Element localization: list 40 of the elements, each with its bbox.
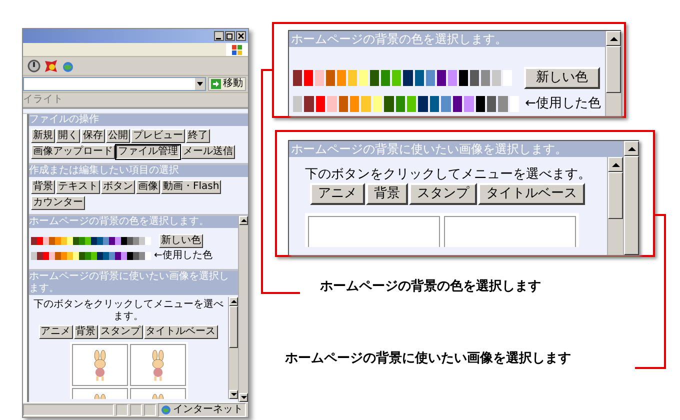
- section-title: ファイルの操作: [29, 114, 248, 126]
- menu-button[interactable]: 終了: [186, 129, 210, 143]
- section-title: ホームページの背景に使いたい画像を選択します。: [289, 141, 623, 157]
- category-tab[interactable]: 背景: [366, 183, 408, 205]
- menu-button[interactable]: テキスト: [56, 180, 100, 194]
- category-tab[interactable]: アニメ: [310, 183, 365, 205]
- menu-button[interactable]: ボタン: [101, 180, 135, 194]
- category-tab[interactable]: スタンプ: [409, 183, 477, 205]
- category-tab[interactable]: アニメ: [38, 325, 72, 339]
- category-tab[interactable]: タイトルベース: [478, 183, 585, 205]
- links-label: イライト: [23, 94, 63, 105]
- zone-label: インターネット: [173, 404, 243, 416]
- menu-button[interactable]: プレビュー: [131, 129, 185, 143]
- go-button[interactable]: 移動: [208, 77, 246, 91]
- menu-button[interactable]: カウンター: [31, 196, 85, 210]
- section-title: ホームページの背景の色を選択します。: [29, 216, 238, 228]
- menu-button[interactable]: 背景: [31, 180, 55, 194]
- new-color-button[interactable]: 新しい色: [159, 234, 203, 248]
- instruction-text: 下のボタンをクリックしてメニューを選べます。: [305, 166, 591, 183]
- used-colors-label: ←使用した色: [154, 250, 212, 262]
- menu-button[interactable]: 新規: [31, 129, 55, 143]
- used-colors-label: ←使用した色: [525, 95, 602, 113]
- category-tab[interactable]: 背景: [74, 325, 98, 339]
- instruction-text: 下のボタンをクリックしてメニューを選べます。: [32, 298, 224, 324]
- menu-button[interactable]: 公開: [106, 129, 130, 143]
- category-tab[interactable]: スタンプ: [98, 325, 142, 339]
- callout-text: ホームページの背景に使いたい画像を選択します: [285, 351, 572, 367]
- new-color-button[interactable]: 新しい色: [524, 67, 600, 89]
- menu-button[interactable]: メール送信: [181, 145, 235, 159]
- callout-text: ホームページの背景の色を選択します: [320, 279, 542, 295]
- section-title: 作成または編集したい項目の選択: [29, 165, 248, 177]
- menu-button[interactable]: ファイル管理: [116, 145, 180, 159]
- menu-button[interactable]: 保存: [81, 129, 105, 143]
- menu-button[interactable]: 開く: [56, 129, 80, 143]
- section-title: ホームページの背景の色を選択します。: [289, 31, 605, 47]
- category-tab[interactable]: タイトルベース: [144, 325, 218, 339]
- menu-button[interactable]: 画像: [136, 180, 160, 194]
- menu-button[interactable]: 画像アップロード: [31, 145, 115, 159]
- section-title: ホームページの背景に使いたい画像を選択します。: [29, 271, 238, 295]
- menu-button[interactable]: 動画・Flash: [161, 180, 222, 194]
